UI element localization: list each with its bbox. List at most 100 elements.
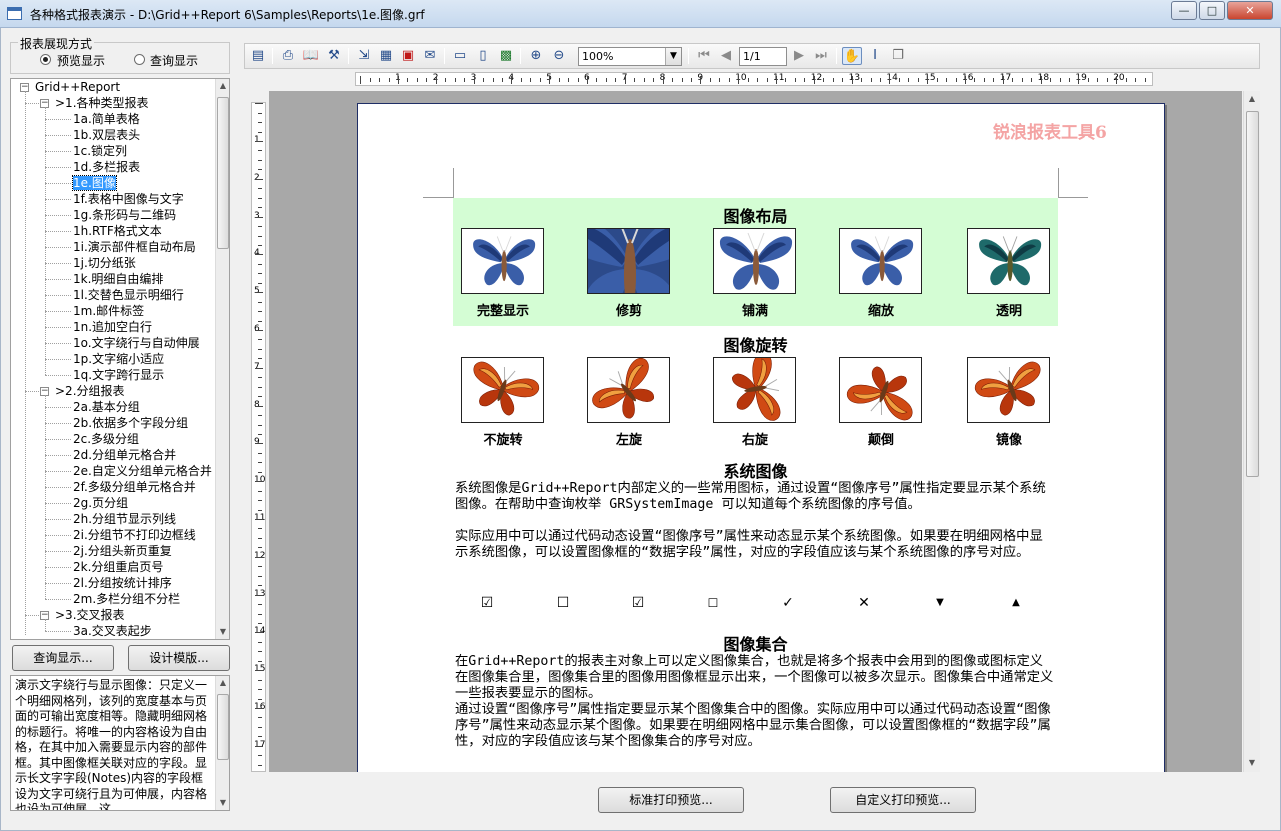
- query-radio[interactable]: [134, 54, 145, 65]
- tree-root[interactable]: Grid++Report: [35, 79, 120, 95]
- ruler-tick: [258, 396, 262, 398]
- minimize-button[interactable]: —: [1171, 1, 1197, 20]
- first-page-icon[interactable]: ⏮: [694, 47, 714, 65]
- ruler-tick: [258, 660, 262, 662]
- tree-item[interactable]: 2b.依据多个字段分组: [73, 415, 188, 431]
- export-icon[interactable]: ⇲: [354, 47, 374, 65]
- zoom-in-icon[interactable]: ⊕: [526, 47, 546, 65]
- tree-item[interactable]: 2l.分组按统计排序: [73, 575, 172, 591]
- close-button[interactable]: ✕: [1227, 1, 1273, 20]
- page-view-icon[interactable]: ▯: [473, 47, 493, 65]
- scroll-up-arrow-icon[interactable]: ▲: [216, 81, 229, 90]
- book-icon[interactable]: 📖: [301, 47, 321, 65]
- tools-icon[interactable]: ⚒: [324, 47, 344, 65]
- prev-page-icon[interactable]: ◀: [716, 47, 736, 65]
- preview-area[interactable]: 锐浪报表工具6 图像布局 完整显示 修剪 铺满 缩放 透明 图像旋转 不旋转 左…: [269, 91, 1242, 772]
- desc-scrollbar[interactable]: ▲ ▼: [215, 676, 229, 810]
- mail-icon[interactable]: ✉: [420, 47, 440, 65]
- tree-item[interactable]: 1k.明细自由编排: [73, 271, 163, 287]
- desc-scroll-thumb[interactable]: [217, 694, 229, 760]
- preview-radio[interactable]: [40, 54, 51, 65]
- multi-page-icon[interactable]: ▩: [496, 47, 516, 65]
- preview-scroll-up-icon[interactable]: ▲: [1245, 94, 1259, 103]
- tree-root-label: Grid++Report: [35, 80, 121, 94]
- page-setup-icon[interactable]: ▤: [248, 47, 268, 65]
- tree-scroll-thumb[interactable]: [217, 97, 229, 249]
- design-template-button[interactable]: 设计模版...: [128, 645, 230, 671]
- tree-connector: [45, 183, 71, 184]
- tree-item[interactable]: 1o.文字绕行与自动伸展: [73, 335, 200, 351]
- tree-item[interactable]: 2e.自定义分组单元格合并: [73, 463, 212, 479]
- desc-scroll-down-icon[interactable]: ▼: [216, 798, 229, 807]
- scroll-down-arrow-icon[interactable]: ▼: [216, 627, 229, 636]
- report-tree[interactable]: Grid++Report − >1.各种类型报表 −1a.简单表格 1b.双层表头 1c.…: [10, 78, 230, 640]
- custom-print-preview-button[interactable]: 自定义打印预览...: [830, 787, 976, 813]
- tree-item[interactable]: 1l.交替色显示明细行: [73, 287, 184, 303]
- ruler-tick: [861, 78, 863, 82]
- tree-item[interactable]: 2g.页分组: [73, 495, 128, 511]
- tree-item[interactable]: 1n.追加空白行: [73, 319, 152, 335]
- tree-group[interactable]: >1.各种类型报表: [55, 95, 149, 111]
- standard-print-preview-button[interactable]: 标准打印预览...: [598, 787, 744, 813]
- preview-scrollbar[interactable]: ▲ ▼: [1243, 91, 1260, 772]
- query-display-button[interactable]: 查询显示...: [12, 645, 114, 671]
- tree-item[interactable]: 1f.表格中图像与文字: [73, 191, 184, 207]
- tree-item[interactable]: 3a.交叉表起步: [73, 623, 152, 639]
- print-icon[interactable]: ⎙: [278, 47, 298, 65]
- copy-icon[interactable]: ❐: [888, 47, 908, 65]
- tree-item[interactable]: 2j.分组头新页重复: [73, 543, 172, 559]
- tree-group[interactable]: >2.分组报表: [55, 383, 125, 399]
- tree-item[interactable]: 1q.文字跨行显示: [73, 367, 164, 383]
- tree-item[interactable]: 1j.切分纸张: [73, 255, 136, 271]
- tree-item[interactable]: 1d.多栏报表: [73, 159, 140, 175]
- ruler-tick: [832, 78, 834, 82]
- hand-tool-icon[interactable]: ✋: [842, 47, 862, 65]
- preview-scroll-down-icon[interactable]: ▼: [1245, 758, 1259, 767]
- tree-item[interactable]: 1m.邮件标签: [73, 303, 144, 319]
- tree-item-label: 1m.邮件标签: [73, 304, 145, 318]
- tree-item[interactable]: 1b.双层表头: [73, 127, 140, 143]
- single-page-icon[interactable]: ▭: [450, 47, 470, 65]
- ruler-tick: [823, 78, 825, 82]
- maximize-button[interactable]: □: [1199, 1, 1225, 20]
- tree-item[interactable]: 2d.分组单元格合并: [73, 447, 176, 463]
- zoom-out-icon[interactable]: ⊖: [549, 47, 569, 65]
- tree-connector: [45, 551, 71, 552]
- tree-item[interactable]: 2i.分组节不打印边框线: [73, 527, 196, 543]
- page-number-input[interactable]: 1/1: [739, 47, 787, 66]
- tree-item[interactable]: 2a.基本分组: [73, 399, 140, 415]
- text-select-icon[interactable]: Ⅰ: [865, 47, 885, 65]
- ruler-tick: [255, 670, 263, 672]
- tree-item[interactable]: 1e.图像: [72, 175, 117, 191]
- pdf-export-icon[interactable]: ▣: [398, 47, 418, 65]
- moth-mirror-image: [967, 357, 1050, 423]
- tree-item[interactable]: 1a.简单表格: [73, 111, 140, 127]
- ruler-tick: [258, 547, 262, 549]
- tree-item[interactable]: 2k.分组重启页号: [73, 559, 163, 575]
- next-page-icon[interactable]: ▶: [789, 47, 809, 65]
- ruler-tick: [445, 78, 447, 82]
- tree-item[interactable]: 1h.RTF格式文本: [73, 223, 162, 239]
- tree-item[interactable]: 1c.锁定列: [73, 143, 127, 159]
- zoom-select[interactable]: 100% ▼: [578, 47, 682, 66]
- tree-item[interactable]: 2c.多级分组: [73, 431, 139, 447]
- tree-item[interactable]: 2h.分组节显示列线: [73, 511, 176, 527]
- last-page-icon[interactable]: ⏭: [811, 47, 831, 65]
- desc-scroll-up-icon[interactable]: ▲: [216, 678, 229, 687]
- tree-connector: [45, 263, 71, 264]
- ruler-tick: [258, 207, 262, 209]
- excel-export-icon[interactable]: ▦: [376, 47, 396, 65]
- preview-scroll-thumb[interactable]: [1246, 111, 1259, 477]
- tree-item[interactable]: 2f.多级分组单元格合并: [73, 479, 196, 495]
- tree-item[interactable]: 2m.多栏分组不分栏: [73, 591, 180, 607]
- description-box[interactable]: 演示文字绕行与显示图像：只定义一个明细网格列，该列的宽度基本与页面的可输出宽度相…: [10, 675, 230, 811]
- ruler-tick: [1125, 78, 1127, 82]
- toolbar-separator: [688, 48, 689, 64]
- caption-rotate-right: 右旋: [741, 433, 768, 448]
- tree-item[interactable]: 1i.演示部件框自动布局: [73, 239, 196, 255]
- tree-item[interactable]: 1g.条形码与二维码: [73, 207, 176, 223]
- chevron-down-icon[interactable]: ▼: [665, 48, 681, 65]
- tree-item[interactable]: 1p.文字缩小适应: [73, 351, 164, 367]
- tree-scrollbar[interactable]: ▲ ▼: [215, 79, 229, 639]
- tree-group[interactable]: >3.交叉报表: [55, 607, 125, 623]
